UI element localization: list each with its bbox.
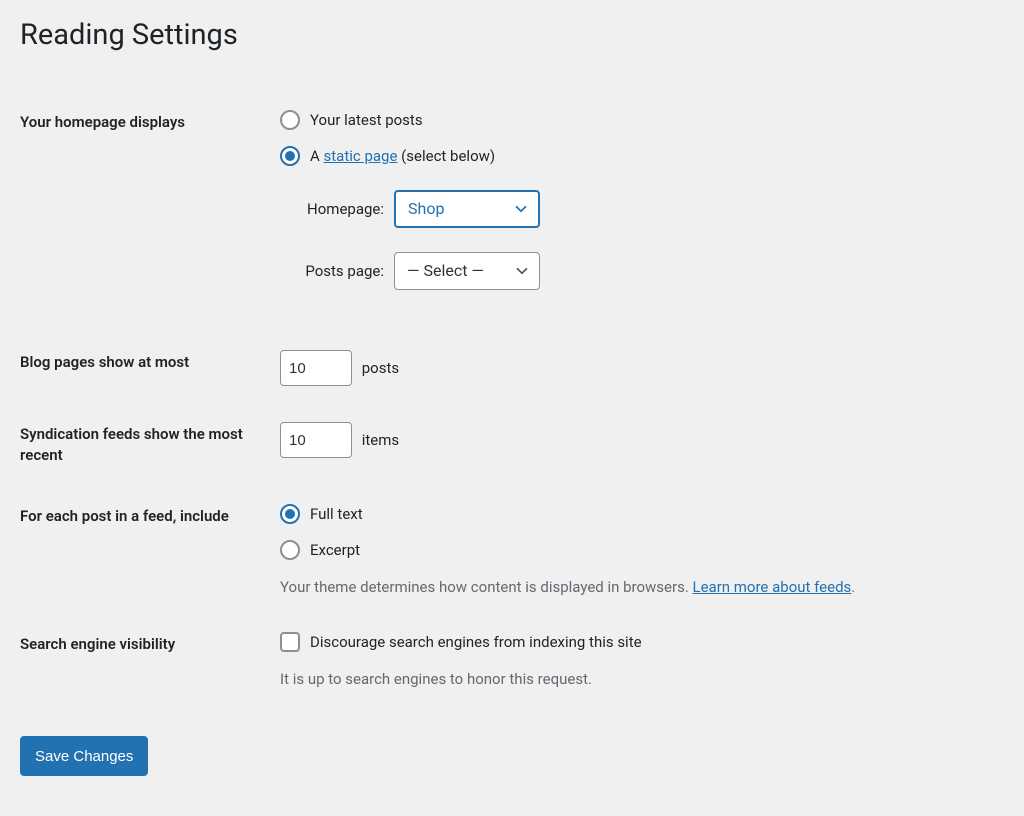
feed-desc-suffix: . [851,578,855,596]
radio-full-text[interactable] [280,504,300,524]
postspage-select[interactable]: — Select — [394,252,540,290]
blog-pages-unit: posts [362,359,399,377]
chevron-down-icon [513,262,531,280]
radio-excerpt-label: Excerpt [310,541,360,559]
row-label-blog-pages: Blog pages show at most [20,332,280,404]
feed-desc-prefix: Your theme determines how content is dis… [280,578,693,596]
static-page-link[interactable]: static page [324,147,398,165]
row-label-feed-content: For each post in a feed, include [20,486,280,614]
search-visibility-description: It is up to search engines to honor this… [280,670,994,688]
row-label-search-visibility: Search engine visibility [20,614,280,706]
save-changes-button[interactable]: Save Changes [20,736,148,776]
learn-more-feeds-link[interactable]: Learn more about feeds [693,578,852,596]
static-prefix: A [310,147,324,165]
syndication-input[interactable] [280,422,352,458]
page-title: Reading Settings [20,18,1004,52]
row-label-homepage: Your homepage displays [20,92,280,332]
settings-form-table: Your homepage displays Your latest posts… [20,92,1004,706]
row-label-syndication: Syndication feeds show the most recent [20,404,280,486]
homepage-select[interactable]: Shop [394,190,540,228]
static-suffix: (select below) [397,147,495,165]
postspage-select-label: Posts page: [280,262,384,280]
radio-full-text-label: Full text [310,505,363,523]
homepage-select-label: Homepage: [280,200,384,218]
checkbox-discourage-search[interactable] [280,632,300,652]
syndication-unit: items [362,431,399,449]
radio-static-page[interactable] [280,146,300,166]
radio-excerpt[interactable] [280,540,300,560]
radio-latest-posts[interactable] [280,110,300,130]
chevron-down-icon [512,200,530,218]
radio-static-page-label: A static page (select below) [310,147,495,165]
blog-pages-input[interactable] [280,350,352,386]
radio-latest-posts-label: Your latest posts [310,111,423,129]
feed-content-description: Your theme determines how content is dis… [280,578,994,596]
postspage-select-value: — Select — [407,253,484,289]
checkbox-discourage-search-label: Discourage search engines from indexing … [310,633,642,651]
homepage-select-value: Shop [408,191,444,227]
